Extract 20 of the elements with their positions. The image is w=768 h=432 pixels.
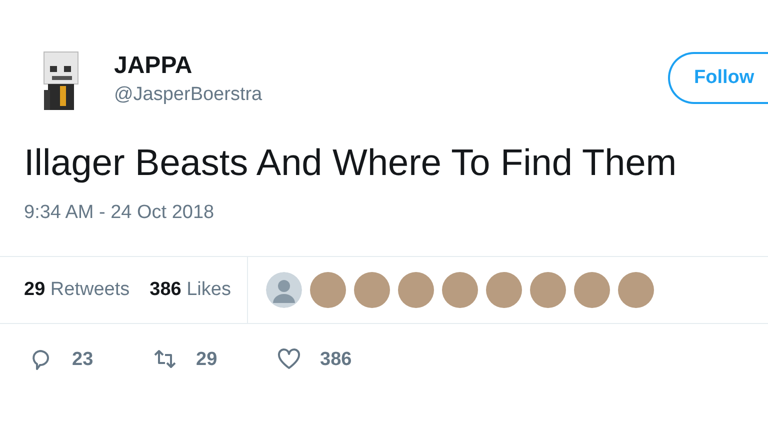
liker-avatar[interactable]: [486, 272, 522, 308]
like-button[interactable]: 386: [276, 348, 400, 372]
liker-avatar[interactable]: [442, 272, 478, 308]
liker-avatar[interactable]: [354, 272, 390, 308]
liker-avatar[interactable]: [618, 272, 654, 308]
retweet-button[interactable]: 29: [152, 348, 276, 372]
liker-avatar[interactable]: [398, 272, 434, 308]
stat-link[interactable]: 386 Likes: [150, 279, 231, 301]
heart-icon: [276, 348, 302, 372]
tweet-text: Illager Beasts And Where To Find Them: [24, 142, 678, 184]
liker-avatar[interactable]: [310, 272, 346, 308]
author-handle: @JasperBoerstra: [114, 84, 264, 106]
liker-avatar[interactable]: [530, 272, 566, 308]
tweet-timestamp: 9:34 AM - 24 Oct 2018: [24, 202, 216, 224]
liker-avatar[interactable]: [574, 272, 610, 308]
author-name: JAPPA: [114, 52, 194, 80]
stat-link[interactable]: 29 Retweets: [24, 279, 130, 301]
reply-button[interactable]: 23: [28, 348, 152, 372]
follow-button[interactable]: Follow: [668, 52, 768, 104]
default-avatar-icon[interactable]: [266, 272, 302, 308]
